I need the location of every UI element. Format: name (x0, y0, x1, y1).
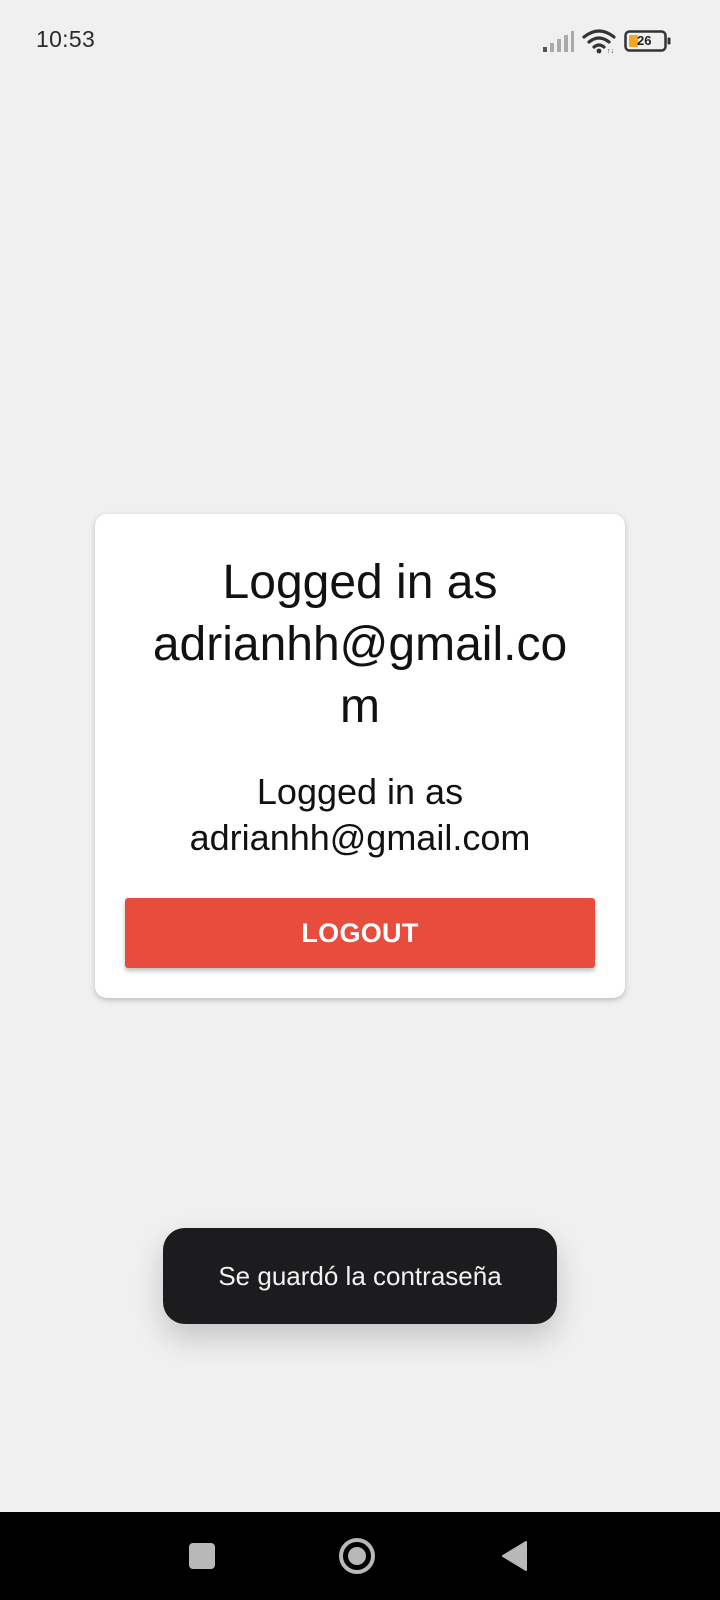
login-status-card: Logged in as adrianhh@gmail.com Logged i… (95, 514, 625, 998)
svg-text:↑↓: ↑↓ (607, 48, 614, 54)
status-icons: ↑↓ 26 (542, 28, 674, 54)
card-subtitle: Logged in as adrianhh@gmail.com (115, 769, 605, 861)
back-button[interactable] (469, 1512, 559, 1600)
battery-level: 26 (637, 33, 652, 48)
signal-icon (543, 31, 574, 52)
recents-button[interactable] (157, 1512, 247, 1600)
card-subtitle-line1: Logged in as (256, 771, 464, 812)
card-subtitle-line2: adrianhh@gmail.com (189, 817, 531, 858)
card-title: Logged in as adrianhh@gmail.com (152, 556, 568, 733)
back-icon (502, 1541, 527, 1571)
logout-button[interactable]: LOGOUT (125, 898, 595, 968)
status-time: 10:53 (36, 26, 96, 52)
toast-message: Se guardó la contraseña (163, 1228, 557, 1324)
wifi-icon: ↑↓ (582, 29, 616, 54)
home-button[interactable] (312, 1512, 402, 1600)
status-bar: 10:53 ↑↓ 26 (0, 0, 720, 84)
recents-icon (189, 1543, 215, 1569)
home-icon (339, 1538, 375, 1574)
navigation-bar (0, 1512, 720, 1600)
